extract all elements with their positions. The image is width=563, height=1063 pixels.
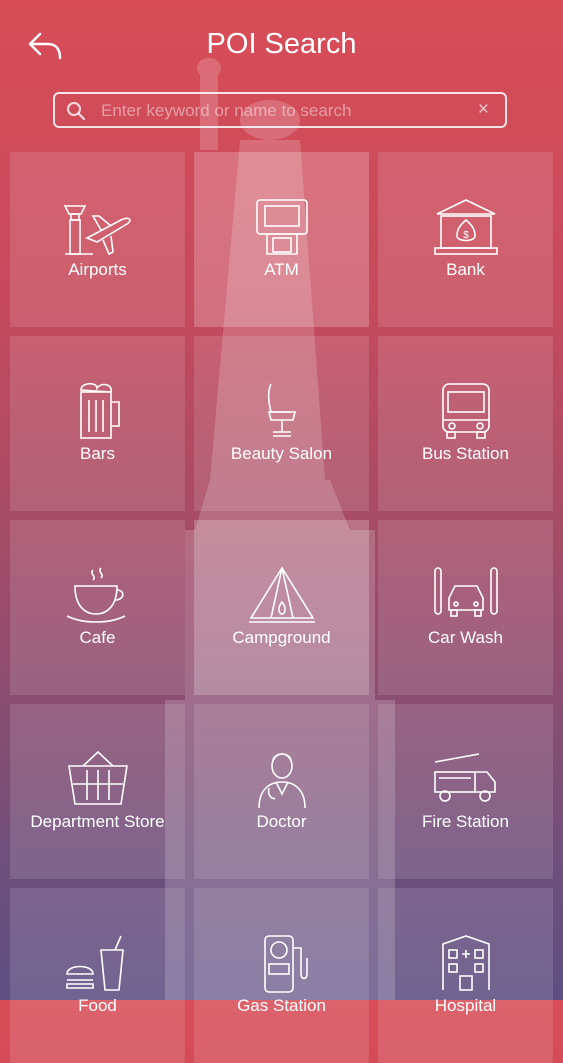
category-label: Department Store [30, 812, 165, 831]
category-bank[interactable]: $ Bank [378, 152, 553, 327]
atm-icon [255, 199, 308, 255]
car-wash-icon [433, 567, 498, 617]
category-label: Bank [446, 260, 485, 279]
header: POI Search [0, 0, 563, 90]
category-label: Bars [80, 444, 115, 463]
category-beauty-salon[interactable]: Beauty Salon [194, 336, 369, 511]
beer-mug-icon [79, 382, 120, 439]
salon-chair-icon [267, 383, 296, 437]
category-label: Cafe [79, 628, 116, 647]
category-bus-station[interactable]: Bus Station [378, 336, 553, 511]
category-label: Beauty Salon [230, 444, 333, 463]
category-airports[interactable]: Airports [10, 152, 185, 327]
category-label: Airports [68, 260, 127, 279]
coffee-cup-icon [66, 567, 125, 623]
bus-icon [441, 383, 490, 439]
category-label: Hospital [434, 996, 497, 1015]
page-title: POI Search [206, 28, 357, 60]
hospital-building-icon [441, 935, 490, 991]
category-label: Gas Station [237, 996, 326, 1015]
category-label: Campground [232, 628, 331, 647]
category-label: Car Wash [428, 628, 503, 647]
clear-search-icon[interactable]: × [478, 100, 489, 120]
category-bars[interactable]: Bars [10, 336, 185, 511]
category-atm[interactable]: ATM [194, 152, 369, 327]
category-department-store[interactable]: Department Store [10, 704, 185, 879]
search-bar: × [53, 92, 507, 128]
fuel-pump-icon [263, 935, 308, 993]
tent-icon [248, 566, 315, 623]
category-gas-station[interactable]: Gas Station [194, 888, 369, 1063]
category-fire-station[interactable]: Fire Station [378, 704, 553, 879]
svg-text:$: $ [463, 230, 469, 241]
category-doctor[interactable]: Doctor [194, 704, 369, 879]
category-hospital[interactable]: Hospital [378, 888, 553, 1063]
search-input[interactable] [99, 94, 463, 128]
category-food[interactable]: Food [10, 888, 185, 1063]
category-label: Doctor [256, 812, 307, 831]
airport-icon [63, 205, 131, 256]
category-campground[interactable]: Campground [194, 520, 369, 695]
doctor-icon [257, 753, 306, 809]
search-icon [67, 102, 86, 121]
category-label: Bus Station [422, 444, 509, 463]
fire-truck-icon [433, 753, 496, 802]
bank-icon: $ [433, 199, 498, 255]
category-label: ATM [264, 260, 299, 279]
category-cafe[interactable]: Cafe [10, 520, 185, 695]
category-car-wash[interactable]: Car Wash [378, 520, 553, 695]
category-label: Fire Station [422, 812, 509, 831]
burger-drink-icon [65, 935, 124, 991]
basket-icon [67, 750, 128, 805]
category-label: Food [78, 996, 117, 1015]
